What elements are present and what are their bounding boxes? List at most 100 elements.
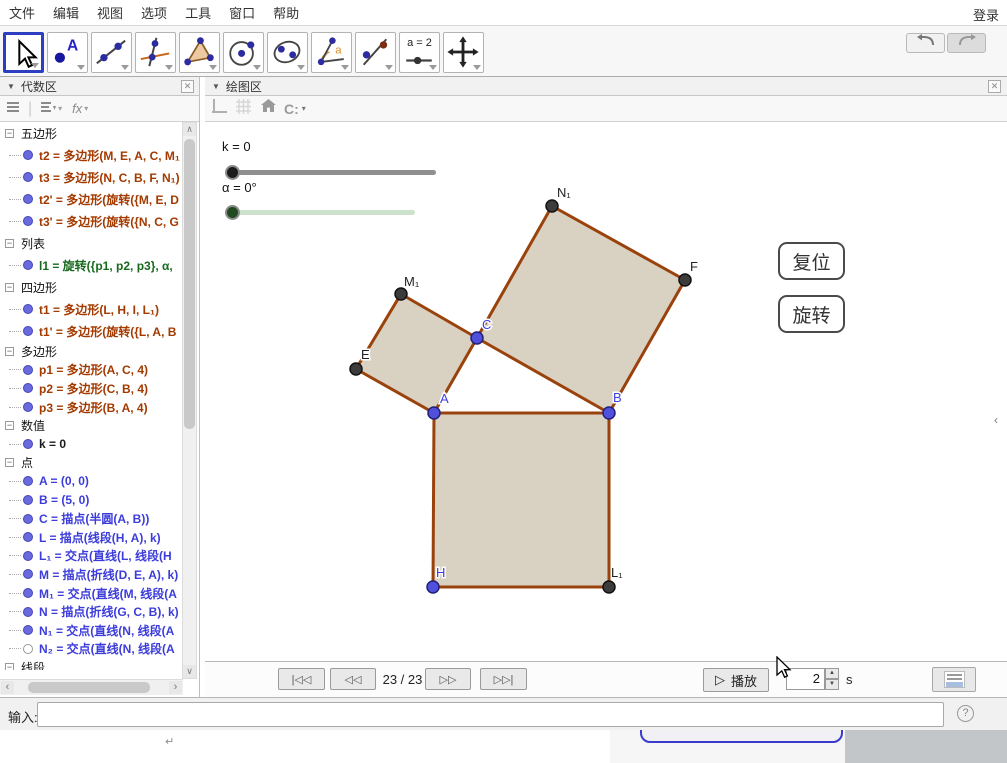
visibility-bullet[interactable] <box>23 194 33 204</box>
slider-tool-button[interactable]: a = 2 <box>399 32 440 73</box>
algebra-item[interactable]: t1 = 多边形(L, H, I, L₁) <box>0 298 183 320</box>
tool-dropdown-arrow[interactable] <box>253 65 261 70</box>
point-H[interactable] <box>427 581 439 593</box>
visibility-bullet[interactable] <box>23 588 33 598</box>
algebra-item[interactable]: t3' = 多边形(旋转({N, C, G <box>0 210 183 232</box>
visibility-bullet[interactable] <box>23 569 33 579</box>
tool-dropdown-arrow[interactable] <box>473 65 481 70</box>
line-tool-button[interactable] <box>91 32 132 73</box>
reflect-tool-button[interactable] <box>355 32 396 73</box>
collapse-box-icon[interactable]: − <box>5 347 14 356</box>
visibility-bullet[interactable] <box>23 383 33 393</box>
visibility-bullet[interactable] <box>23 514 33 524</box>
algebra-item[interactable]: A = (0, 0) <box>0 472 183 491</box>
point-capturing-icon[interactable]: C: <box>284 101 299 117</box>
visibility-bullet[interactable] <box>23 495 33 505</box>
visibility-bullet[interactable] <box>23 402 33 412</box>
command-input[interactable] <box>37 702 944 727</box>
visibility-bullet[interactable] <box>23 607 33 617</box>
home-default-view-icon[interactable] <box>261 99 276 118</box>
point-M1[interactable] <box>395 288 407 300</box>
menu-item-4[interactable]: 工具 <box>176 3 220 22</box>
sort-dropdown-arrow[interactable]: ▾ <box>58 104 62 113</box>
slider-alpha-track[interactable] <box>230 210 415 215</box>
tool-dropdown-arrow[interactable] <box>77 65 85 70</box>
square-p1[interactable] <box>356 294 477 413</box>
reset-button[interactable]: 复位 <box>778 242 845 280</box>
algebra-item[interactable]: l1 = 旋转({p1, p2, p3}, α, <box>0 254 183 276</box>
algebra-item[interactable]: L = 描点(线段(H, A), k) <box>0 528 183 547</box>
perpendicular-tool-button[interactable] <box>135 32 176 73</box>
algebra-item[interactable]: M₁ = 交点(直线(M, 线段(A <box>0 584 183 603</box>
menu-item-3[interactable]: 选项 <box>132 3 176 22</box>
panel-collapse-icon[interactable]: ▼ <box>212 82 220 91</box>
tool-dropdown-arrow[interactable] <box>165 65 173 70</box>
algebra-item[interactable]: B = (5, 0) <box>0 491 183 510</box>
visibility-bullet[interactable] <box>23 304 33 314</box>
algebra-item[interactable]: N = 描点(折线(G, C, B), k) <box>0 602 183 621</box>
point-N1[interactable] <box>546 200 558 212</box>
tool-dropdown-arrow[interactable] <box>297 65 305 70</box>
scrollbar-thumb[interactable] <box>28 682 150 693</box>
menu-item-5[interactable]: 窗口 <box>220 3 264 22</box>
menu-item-0[interactable]: 文件 <box>0 3 44 22</box>
move-tool-button[interactable] <box>3 32 44 73</box>
move-graphics-tool-button[interactable] <box>443 32 484 73</box>
algebra-item[interactable]: t1' = 多边形(旋转({L, A, B <box>0 320 183 342</box>
algebra-close-button[interactable]: ✕ <box>181 80 194 93</box>
algebra-item[interactable]: p2 = 多边形(C, B, 4) <box>0 379 183 398</box>
play-button[interactable]: ▷ 播放 <box>703 668 769 692</box>
spinner-up-button[interactable]: ▲ <box>825 668 839 679</box>
algebra-group-1[interactable]: −列表 <box>0 232 183 254</box>
rotate-button[interactable]: 旋转 <box>778 295 845 333</box>
slider-k-track[interactable] <box>230 170 436 175</box>
menu-item-6[interactable]: 帮助 <box>264 3 308 22</box>
collapse-box-icon[interactable]: − <box>5 129 14 138</box>
visibility-bullet-hidden[interactable] <box>23 644 33 654</box>
algebra-item[interactable]: M = 描点(折线(D, E, A), k) <box>0 565 183 584</box>
nav-previous-button[interactable]: ◁◁ <box>330 668 376 690</box>
nav-first-button[interactable]: |◁◁ <box>278 668 325 690</box>
visibility-bullet[interactable] <box>23 439 33 449</box>
panel-splitter-chevron[interactable]: ‹ <box>994 413 998 427</box>
panel-collapse-icon[interactable]: ▼ <box>7 82 15 91</box>
auxiliary-objects-icon[interactable] <box>6 100 20 118</box>
algebra-vertical-scrollbar[interactable]: ∧ ∨ <box>182 122 197 679</box>
undo-button[interactable] <box>906 33 945 53</box>
fx-dropdown-arrow[interactable]: ▾ <box>84 104 88 113</box>
collapse-box-icon[interactable]: − <box>5 239 14 248</box>
point-tool-button[interactable]: A <box>47 32 88 73</box>
tool-dropdown-arrow[interactable] <box>209 65 217 70</box>
visibility-bullet[interactable] <box>23 551 33 561</box>
algebra-item[interactable]: p3 = 多边形(B, A, 4) <box>0 398 183 417</box>
algebra-item[interactable]: C = 描点(半圆(A, B)) <box>0 509 183 528</box>
circle-tool-button[interactable] <box>223 32 264 73</box>
collapse-box-icon[interactable]: − <box>5 421 14 430</box>
algebra-item[interactable]: t2 = 多边形(M, E, A, C, M₁ <box>0 144 183 166</box>
angle-tool-button[interactable]: a <box>311 32 352 73</box>
sort-objects-icon[interactable] <box>40 100 56 118</box>
spinner-down-button[interactable]: ▼ <box>825 679 839 690</box>
input-help-button[interactable]: ? <box>957 705 974 722</box>
scroll-up-arrow[interactable]: ∧ <box>183 123 196 136</box>
tool-dropdown-arrow[interactable] <box>31 63 39 68</box>
scrollbar-thumb[interactable] <box>184 139 195 429</box>
show-grid-icon[interactable] <box>235 98 252 120</box>
algebra-item[interactable]: L₁ = 交点(直线(L, 线段(H <box>0 547 183 566</box>
construction-protocol-button[interactable] <box>932 667 976 692</box>
tool-dropdown-arrow[interactable] <box>429 65 437 70</box>
algebra-item[interactable]: N₁ = 交点(直线(N, 线段(A <box>0 621 183 640</box>
redo-button[interactable] <box>947 33 986 53</box>
capture-dropdown-arrow[interactable]: ▾ <box>302 104 306 113</box>
square-p3[interactable] <box>433 413 609 587</box>
login-link[interactable]: 登录 <box>973 5 999 24</box>
slider-alpha-knob[interactable] <box>225 205 240 220</box>
visibility-bullet[interactable] <box>23 150 33 160</box>
algebra-style-fx-icon[interactable]: fx <box>72 101 82 116</box>
point-F[interactable] <box>679 274 691 286</box>
visibility-bullet[interactable] <box>23 326 33 336</box>
algebra-item[interactable]: k = 0 <box>0 435 183 454</box>
algebra-item[interactable]: N₂ = 交点(直线(N, 线段(A <box>0 640 183 659</box>
square-p2[interactable] <box>477 206 685 413</box>
ellipse-tool-button[interactable] <box>267 32 308 73</box>
